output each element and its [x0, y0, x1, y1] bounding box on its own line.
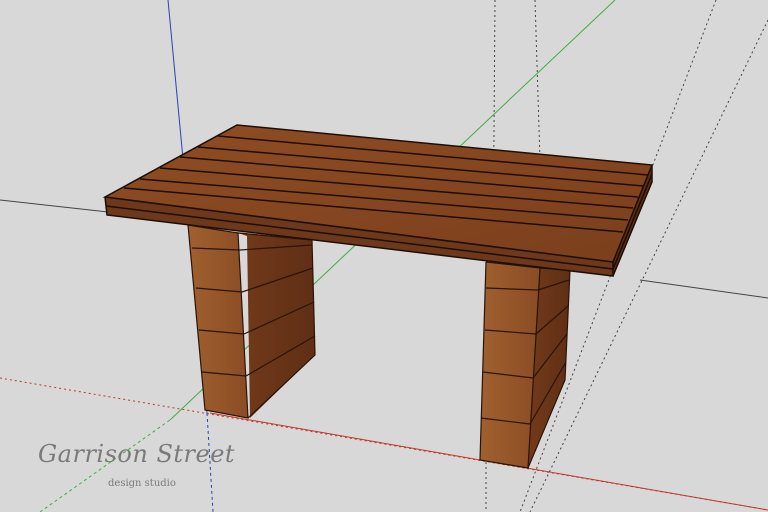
guide-lines: [0, 0, 768, 512]
bench-top[interactable]: [102, 124, 654, 277]
studio-watermark: Garrison Street design studio: [38, 440, 235, 494]
bench-3d-scene[interactable]: [0, 0, 768, 512]
watermark-subtitle: design studio: [108, 478, 176, 489]
modeling-viewport[interactable]: Garrison Street design studio: [0, 0, 768, 512]
axes: [0, 0, 768, 512]
left-leg[interactable]: [187, 224, 316, 419]
right-leg[interactable]: [479, 261, 571, 469]
watermark-brand: Garrison Street: [38, 440, 236, 468]
